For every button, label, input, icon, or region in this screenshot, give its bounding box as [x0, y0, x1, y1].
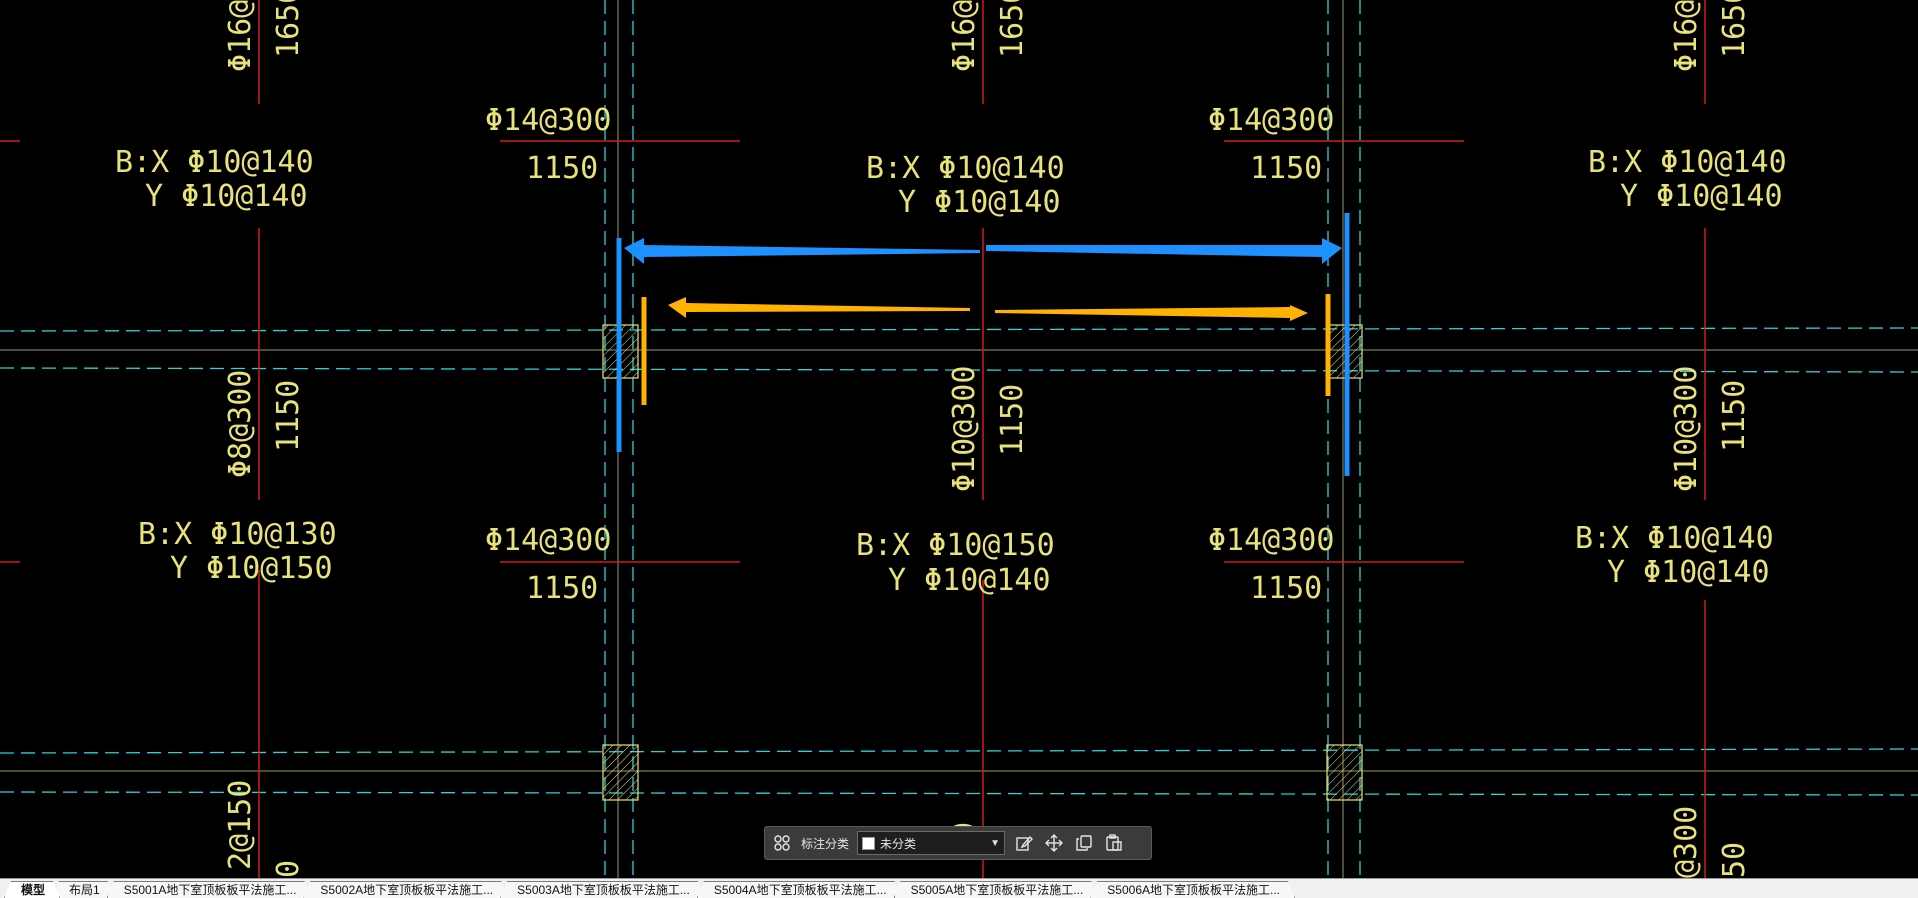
column [1326, 744, 1363, 801]
move-icon[interactable] [1043, 832, 1065, 854]
rebar-length-label: 1650 [271, 0, 306, 58]
category-select[interactable]: 未分类 ▼ [857, 831, 1006, 855]
rebar-spec-label: 2@150 [223, 780, 258, 870]
cad-drawing: B:X Φ10@140 Y Φ10@140 B:X Φ10@140 Y Φ10@… [0, 0, 1918, 878]
select-all-icon[interactable] [771, 832, 793, 854]
tab-layout1[interactable]: 布局1 [52, 881, 115, 898]
copy-icon[interactable] [1073, 832, 1095, 854]
rebar-spec-label: Φ16@3 [223, 0, 258, 72]
rebar-length-label: 1650 [995, 0, 1030, 58]
layout-tab-bar: 模型 布局1 S5001A地下室顶板板平法施工... S5002A地下室顶板板平… [0, 878, 1918, 898]
slab-label-bx: B:X Φ10@150 [856, 528, 1055, 563]
tab-s5001a[interactable]: S5001A地下室顶板板平法施工... [107, 881, 312, 898]
tab-s5005a[interactable]: S5005A地下室顶板板平法施工... [894, 881, 1099, 898]
rebar-length-label: 1150 [526, 571, 598, 606]
rebar-length-label: 0 [271, 860, 306, 878]
tab-s5002a[interactable]: S5002A地下室顶板板平法施工... [303, 881, 508, 898]
slab-label-by: Y Φ10@140 [1620, 179, 1783, 214]
tab-s5006a[interactable]: S5006A地下室顶板板平法施工... [1090, 881, 1295, 898]
slab-label-bx: B:X Φ10@140 [866, 151, 1065, 186]
rebar-length-label: 50 [1717, 842, 1752, 878]
slab-label-bx: B:X Φ10@140 [115, 145, 314, 180]
tab-s5003a[interactable]: S5003A地下室顶板板平法施工... [500, 881, 705, 898]
rebar-spec-label: Φ14@300 [485, 103, 611, 138]
rebar-spec-label: Φ8@300 [223, 370, 258, 478]
drawing-canvas[interactable]: B:X Φ10@140 Y Φ10@140 B:X Φ10@140 Y Φ10@… [0, 0, 1918, 878]
slab-label-bx: B:X Φ10@140 [1588, 145, 1787, 180]
rebar-length-label: 1150 [1250, 571, 1322, 606]
category-value: 未分类 [880, 836, 917, 851]
dropdown-caret-icon: ▼ [990, 837, 1001, 849]
slab-label-by: Y Φ10@140 [1607, 555, 1770, 590]
rebar-spec-label: Φ10@300 [947, 366, 982, 492]
slab-label-bx: B:X Φ10@140 [1575, 521, 1774, 556]
slab-label-by: Y Φ10@150 [170, 551, 333, 586]
category-color-swatch [862, 836, 876, 850]
slab-label-by: Y Φ10@140 [898, 185, 1061, 220]
rebar-spec-label: Φ14@300 [485, 523, 611, 558]
rebar-length-label: 1650 [1717, 0, 1752, 58]
edit-markup-icon[interactable] [1013, 832, 1035, 854]
slab-label-by: Y Φ10@140 [888, 563, 1051, 598]
tab-s5004a[interactable]: S5004A地下室顶板板平法施工... [697, 881, 902, 898]
rebar-length-label: 1150 [1717, 380, 1752, 452]
rebar-length-label: 1150 [271, 380, 306, 452]
rebar-length-label: 1150 [1250, 151, 1322, 186]
tab-model[interactable]: 模型 [4, 881, 60, 898]
slab-label-bx: B:X Φ10@130 [138, 517, 337, 552]
slab-label-by: Y Φ10@140 [145, 179, 308, 214]
rebar-spec-label: Φ16@3 [947, 0, 982, 72]
category-label: 标注分类 [801, 836, 850, 851]
rebar-spec-label: Φ16@3 [1669, 0, 1704, 72]
vertical-rebar-labels: Φ16@3 1650 Φ16@3 1650 Φ16@3 1650 Φ8@300 … [223, 0, 1752, 878]
rebar-spec-label: Φ14@300 [1208, 523, 1334, 558]
paste-icon[interactable] [1103, 832, 1125, 854]
rebar-spec-label: Φ14@300 [1208, 103, 1334, 138]
rebar-length-label: 1150 [526, 151, 598, 186]
rebar-spec-label: Φ10@300 [1669, 366, 1704, 492]
annotation-toolbar: 标注分类 未分类 ▼ [764, 826, 1152, 860]
column [602, 744, 639, 801]
rebar-spec-label: @300 [1669, 806, 1704, 878]
rebar-length-label: 1150 [995, 384, 1030, 456]
